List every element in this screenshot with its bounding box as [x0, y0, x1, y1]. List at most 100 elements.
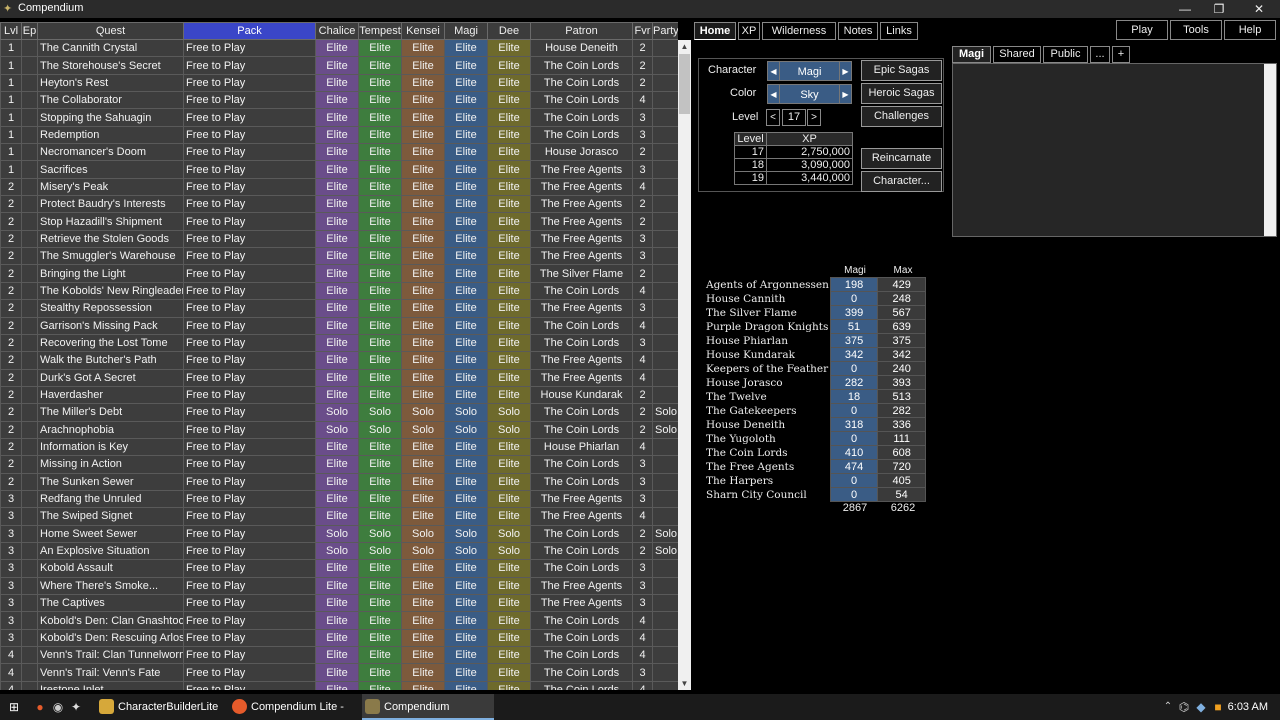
quest-patron[interactable]: The Free Agents	[530, 489, 633, 509]
table-row[interactable]: 3 Redfang the Unruled Free to Play Elite Eli…	[0, 489, 678, 509]
quest-dee[interactable]: Elite	[487, 593, 531, 613]
quest-name[interactable]: The Kobolds' New Ringleader	[37, 281, 184, 301]
quest-name[interactable]: Kobold's Den: Clan Gnashtooth	[37, 611, 184, 630]
quest-party[interactable]	[652, 316, 678, 335]
quest-kensei[interactable]: Elite	[401, 385, 445, 405]
quest-tempest[interactable]: Elite	[358, 281, 402, 301]
quest-dee[interactable]: Elite	[487, 299, 531, 318]
quest-favor[interactable]: 3	[632, 576, 653, 596]
quest-patron[interactable]: The Free Agents	[530, 351, 633, 370]
tab-wilderness[interactable]: Wilderness	[762, 22, 836, 40]
quest-kensei[interactable]: Elite	[401, 125, 445, 145]
quest-magi[interactable]: Elite	[444, 38, 488, 58]
quest-ep[interactable]	[21, 229, 38, 249]
quest-chalice[interactable]: Elite	[315, 160, 359, 179]
table-row[interactable]: 2 Recovering the Lost Tome Free to Play Eli…	[0, 333, 678, 353]
quest-ep[interactable]	[21, 247, 38, 266]
quest-chalice[interactable]: Elite	[315, 628, 359, 648]
quest-chalice[interactable]: Elite	[315, 125, 359, 145]
quest-magi[interactable]: Elite	[444, 472, 488, 491]
quest-kensei[interactable]: Elite	[401, 56, 445, 75]
table-row[interactable]: 2 Protect Baudry's Interests Free to Play E…	[0, 195, 678, 214]
quest-dee[interactable]: Elite	[487, 38, 531, 58]
tab-links[interactable]: Links	[880, 22, 918, 40]
quest-tempest[interactable]: Elite	[358, 160, 402, 179]
quest-kensei[interactable]: Elite	[401, 73, 445, 93]
quest-ep[interactable]	[21, 489, 38, 509]
quest-favor[interactable]: 3	[632, 559, 653, 578]
tools-button[interactable]: Tools	[1170, 20, 1222, 40]
quest-ep[interactable]	[21, 646, 38, 665]
quest-level[interactable]: 3	[0, 611, 22, 630]
quest-dee[interactable]: Elite	[487, 108, 531, 127]
quest-favor[interactable]: 2	[632, 420, 653, 439]
quest-party[interactable]	[652, 177, 678, 197]
quest-magi[interactable]: Elite	[444, 628, 488, 648]
quest-patron[interactable]: The Free Agents	[530, 576, 633, 596]
quest-magi[interactable]: Elite	[444, 108, 488, 127]
quest-dee[interactable]: Elite	[487, 91, 531, 110]
quest-patron[interactable]: The Coin Lords	[530, 281, 633, 301]
quest-name[interactable]: The Smuggler's Warehouse	[37, 247, 184, 266]
quest-pack[interactable]: Free to Play	[183, 333, 316, 353]
color-app-icon[interactable]: ■	[1210, 699, 1226, 715]
quest-patron[interactable]: The Free Agents	[530, 247, 633, 266]
quest-dee[interactable]: Elite	[487, 385, 531, 405]
challenges-button[interactable]: Challenges	[861, 106, 942, 127]
quest-favor[interactable]: 2	[632, 524, 653, 543]
quest-ep[interactable]	[21, 420, 38, 439]
quest-party[interactable]	[652, 489, 678, 509]
quest-tempest[interactable]: Elite	[358, 472, 402, 491]
quest-dee[interactable]: Elite	[487, 507, 531, 526]
quest-ep[interactable]	[21, 663, 38, 682]
quest-tempest[interactable]: Solo	[358, 420, 402, 439]
quest-pack[interactable]: Free to Play	[183, 125, 316, 145]
quest-level[interactable]: 3	[0, 628, 22, 648]
quest-favor[interactable]: 4	[632, 646, 653, 665]
quest-kensei[interactable]: Elite	[401, 160, 445, 179]
quest-ep[interactable]	[21, 160, 38, 179]
quest-ep[interactable]	[21, 143, 38, 162]
quest-magi[interactable]: Elite	[444, 229, 488, 249]
quest-chalice[interactable]: Elite	[315, 455, 359, 474]
quest-favor[interactable]: 2	[632, 56, 653, 75]
table-row[interactable]: 1 The Collaborator Free to Play Elite Elite E…	[0, 91, 678, 110]
quest-chalice[interactable]: Elite	[315, 437, 359, 457]
quest-level[interactable]: 2	[0, 299, 22, 318]
quest-dee[interactable]: Elite	[487, 333, 531, 353]
quest-pack[interactable]: Free to Play	[183, 160, 316, 179]
quest-favor[interactable]: 4	[632, 507, 653, 526]
quest-chalice[interactable]: Elite	[315, 195, 359, 214]
quest-dee[interactable]: Elite	[487, 125, 531, 145]
quest-pack[interactable]: Free to Play	[183, 403, 316, 422]
quest-chalice[interactable]: Elite	[315, 38, 359, 58]
col-header-quest[interactable]: Quest	[37, 22, 184, 40]
quest-pack[interactable]: Free to Play	[183, 472, 316, 491]
quest-chalice[interactable]: Elite	[315, 281, 359, 301]
quest-dee[interactable]: Elite	[487, 316, 531, 335]
quest-magi[interactable]: Solo	[444, 541, 488, 561]
quest-patron[interactable]: The Coin Lords	[530, 108, 633, 127]
table-row[interactable]: 2 Missing in Action Free to Play Elite Elite…	[0, 455, 678, 474]
quest-dee[interactable]: Elite	[487, 559, 531, 578]
table-row[interactable]: 1 Redemption Free to Play Elite Elite Elite El…	[0, 125, 678, 145]
quest-chalice[interactable]: Elite	[315, 247, 359, 266]
reincarnate-button[interactable]: Reincarnate	[861, 148, 942, 169]
table-row[interactable]: 2 Stealthy Repossession Free to Play Elite E…	[0, 299, 678, 318]
quest-level[interactable]: 2	[0, 333, 22, 353]
quest-ep[interactable]	[21, 524, 38, 543]
quest-party[interactable]: Solo	[652, 420, 678, 439]
quest-party[interactable]	[652, 455, 678, 474]
quest-party[interactable]	[652, 229, 678, 249]
quest-pack[interactable]: Free to Play	[183, 195, 316, 214]
quest-kensei[interactable]: Elite	[401, 472, 445, 491]
quest-patron[interactable]: The Coin Lords	[530, 316, 633, 335]
quest-dee[interactable]: Elite	[487, 455, 531, 474]
quest-pack[interactable]: Free to Play	[183, 73, 316, 93]
table-row[interactable]: 2 Arachnophobia Free to Play Solo Solo Solo So…	[0, 420, 678, 439]
quest-magi[interactable]: Elite	[444, 143, 488, 162]
quest-patron[interactable]: The Coin Lords	[530, 420, 633, 439]
quest-chalice[interactable]: Elite	[315, 385, 359, 405]
table-row[interactable]: 2 Retrieve the Stolen Goods Free to Play El…	[0, 229, 678, 249]
quest-dee[interactable]: Elite	[487, 56, 531, 75]
